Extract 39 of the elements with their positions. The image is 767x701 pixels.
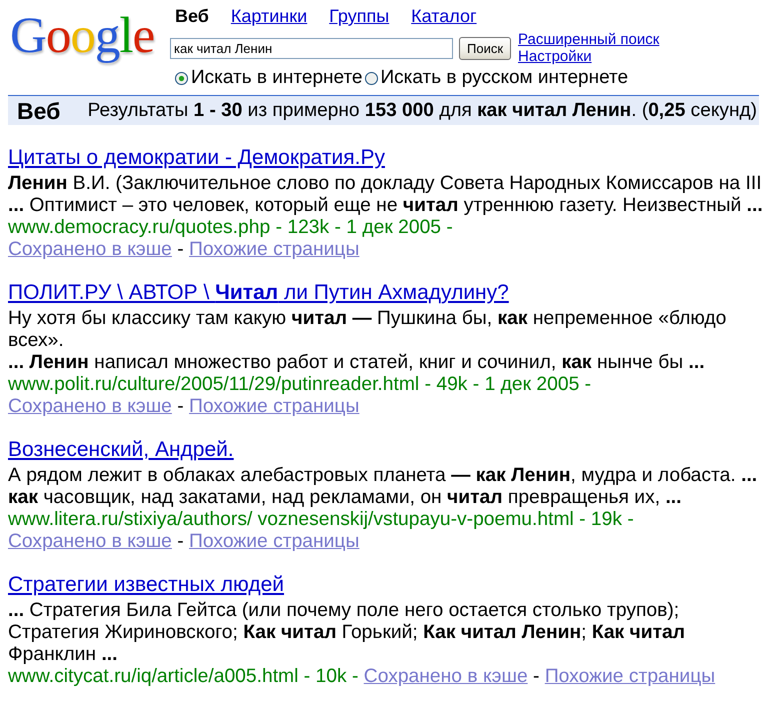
result-title-link[interactable]: Стратегии известных людей — [8, 573, 284, 596]
result-title-link[interactable]: ПОЛИТ.РУ \ АВТОР \ Читал ли Путин Ахмадулину? — [8, 281, 509, 304]
result-title-link[interactable]: Цитаты о демократии - Демократия.Ру — [8, 146, 385, 169]
search-button[interactable]: Поиск — [459, 37, 512, 60]
result-title-link[interactable]: Вознесенский, Андрей. — [8, 438, 234, 461]
separator: - — [177, 531, 184, 552]
logo[interactable]: Google — [10, 8, 170, 64]
result-link[interactable]: Похожие страницы — [189, 531, 360, 552]
tab[interactable]: Группы — [329, 5, 390, 27]
result-snippet: Ленин В.И. (Заключительное слово по докладу Совета Народных Комиссаров на III ... Оптимист – это человек, который еще не читал утреннюю газету. Неизвестный ... — [8, 173, 764, 217]
result-snippet: ... Стратегия Била Гейтса (или почему поле него остается столько трупов); Стратегия Жириновского; Как читал Горький; Как читал Ленин; Как читал Франклин ... — [8, 600, 686, 666]
result-link[interactable]: Похожие страницы — [189, 239, 360, 260]
tab[interactable]: Каталог — [411, 5, 477, 27]
section-title: Веб — [16, 100, 60, 122]
radio-label[interactable]: Искать в русском интернете — [380, 67, 628, 89]
radio-button[interactable] — [364, 72, 378, 84]
result-link[interactable]: Сохранено в кэше — [8, 531, 172, 552]
result-link[interactable]: Сохранено в кэше — [364, 666, 528, 687]
result-link[interactable]: Сохранено в кэше — [8, 396, 172, 417]
result-url: www.litera.ru/stixiya/authors/ voznesenskij/vstupayu-v-poemu.html - 19k - — [8, 509, 634, 530]
result-link[interactable]: Сохранено в кэше — [8, 239, 172, 260]
radio-label[interactable]: Искать в интернете — [191, 67, 363, 89]
search-field[interactable]: как читал Ленин — [170, 38, 453, 59]
result-link[interactable]: Похожие страницы — [189, 396, 360, 417]
result-link[interactable]: Похожие страницы — [544, 666, 716, 687]
result-snippet: А рядом лежит в облаках алебастровых планета — как Ленин, мудра и лобаста. ... как часовщик, над закатами, над рекламами, он читал превращенья их, ... — [8, 465, 758, 509]
result-url: www.democracy.ru/quotes.php - 123k - 1 дек 2005 - — [8, 217, 453, 238]
separator: - — [177, 396, 184, 417]
tab[interactable]: Картинки — [230, 5, 308, 27]
separator: - — [177, 239, 184, 260]
search-option-link[interactable]: Настройки — [518, 48, 592, 65]
result-url: www.citycat.ru/iq/article/a005.html - 10k - — [8, 666, 358, 687]
search-option-link[interactable]: Расширенный поиск — [518, 31, 660, 48]
result-snippet: Ну хотя бы классику там какую читал — Пушкина бы, как непременное «блюдо всех». ... Ленин написал множество работ и статей, книг и сочинил, как нынче бы ... — [8, 308, 728, 374]
result-url: www.polit.ru/culture/2005/11/29/putinreader.html - 49k - 1 дек 2005 - — [8, 374, 592, 395]
separator: - — [533, 666, 540, 687]
results-summary: Результаты 1 - 30 из примерно 153 000 для как читал Ленин. (0,25 секунд) — [88, 100, 758, 122]
tab[interactable]: Веб — [170, 5, 209, 27]
radio-button[interactable] — [175, 72, 188, 84]
